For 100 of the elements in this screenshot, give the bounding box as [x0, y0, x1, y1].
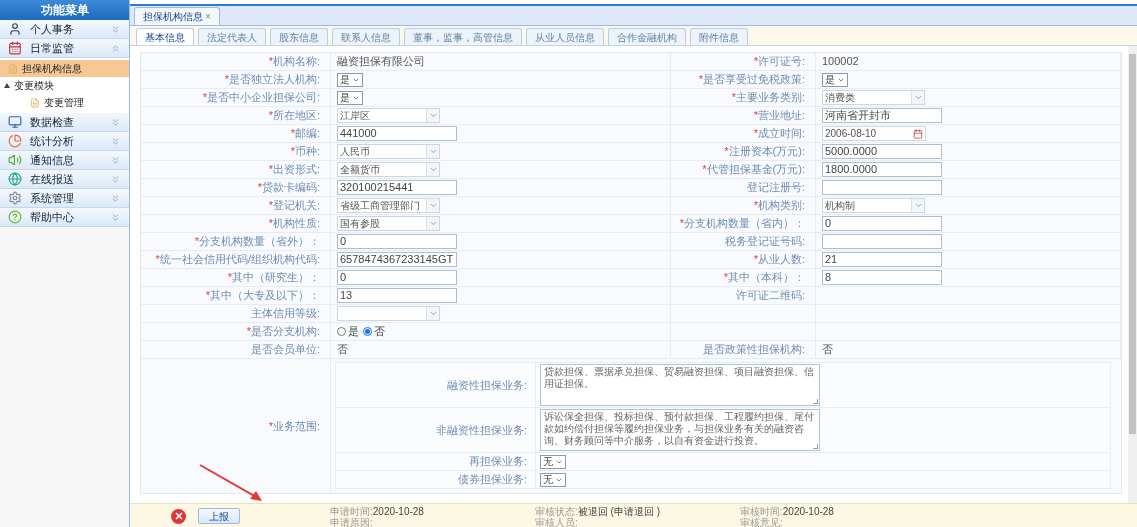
person-icon [8, 22, 22, 36]
select-field[interactable]: 江岸区 [337, 108, 440, 123]
field-label: *是否分支机构: [246, 324, 320, 340]
menu-section[interactable]: 统计分析 [0, 132, 129, 151]
radio-option[interactable]: 否 [363, 323, 385, 340]
input-field[interactable]: 0 [822, 216, 942, 231]
menu-section[interactable]: 数据检查 [0, 113, 129, 132]
select-field[interactable]: 人民币 [337, 144, 440, 159]
field-value: 融资担保有限公司 [337, 54, 425, 70]
input-field[interactable]: 0 [337, 270, 457, 285]
input-field[interactable]: 13 [337, 288, 457, 303]
input-field[interactable] [822, 180, 942, 195]
status-text: 审核人员: [535, 517, 579, 527]
field-label: *分支机构数量（省内）： [679, 216, 805, 232]
expand-icon [110, 211, 121, 223]
field-value: 否 [337, 342, 348, 358]
error-icon [171, 508, 186, 524]
input-field[interactable]: 8 [822, 270, 942, 285]
input-field[interactable]: 21 [822, 252, 942, 267]
field-label: *机构名称: [268, 54, 320, 70]
menu-section[interactable]: 系统管理 [0, 189, 129, 208]
expand-icon [110, 154, 121, 166]
menu-section[interactable]: 个人事务 [0, 20, 129, 39]
text-area[interactable]: 诉讼保全担保、投标担保、预付款担保、工程履约担保、尾付款如约偿付担保等履约担保业务，与担保业务有关的融资咨询、财务顾问等中介服务，以自有资金进行投资。 [540, 409, 820, 451]
field-label: 非融资性担保业务: [435, 422, 527, 438]
radio-option[interactable]: 是 [337, 323, 359, 340]
input-field[interactable]: 河南省开封市 [822, 108, 942, 123]
field-label: *代管担保基金(万元): [702, 162, 805, 178]
dropdown-icon [428, 309, 438, 318]
tab[interactable]: 附件信息 [690, 28, 748, 45]
tab[interactable]: 股东信息 [270, 28, 328, 45]
tree-item[interactable]: 变更管理 [0, 94, 129, 111]
status-text: 审核状态:被退回 (申请退回 ) [535, 506, 661, 517]
menu-section[interactable]: 日常监管 [0, 39, 129, 58]
expand-icon [110, 135, 121, 147]
field-label: *注册资本(万元): [724, 144, 805, 160]
speaker-icon [8, 153, 22, 167]
tab[interactable]: 董事，监事，高管信息 [404, 28, 522, 45]
text-area[interactable]: 贷款担保、票据承兑担保、贸易融资担保、项目融资担保、信用证担保。 [540, 364, 820, 406]
settings-icon [8, 191, 22, 205]
select-field[interactable]: 是 [822, 72, 848, 87]
field-value: 否 [822, 342, 833, 358]
tree-node[interactable]: 变更模块 [0, 77, 129, 94]
field-label: 许可证二维码: [735, 288, 805, 304]
scrollbar[interactable] [1128, 46, 1137, 503]
field-label: *主要业务类别: [731, 90, 805, 106]
field-label: 税务登记证号码: [724, 234, 805, 250]
pie-chart-icon [8, 134, 22, 148]
select-field[interactable]: 是 [337, 90, 363, 105]
status-text: 申请时间:2020-10-28 [330, 506, 425, 517]
field-label: *机构类别: [753, 198, 805, 214]
status-text: 审核时间:2020-10-28 [740, 506, 834, 517]
input-field[interactable]: 320100215441 [337, 180, 457, 195]
menu-section[interactable]: 帮助中心 [0, 208, 129, 227]
input-field[interactable] [822, 234, 942, 249]
field-label: *分支机构数量（省外）： [194, 234, 320, 250]
field-label: *其中（研究生）： [227, 270, 320, 286]
status-text: 申请原因: [330, 517, 374, 527]
date-field[interactable]: 2006-08-10 [822, 126, 926, 141]
select-field[interactable] [337, 306, 440, 321]
globe-icon [8, 172, 22, 186]
collapse-icon [110, 42, 121, 54]
select-field[interactable]: 省级工商管理部门 [337, 198, 440, 213]
field-label: 是否会员单位: [250, 342, 320, 358]
select-field[interactable]: 无 [540, 472, 566, 487]
select-field[interactable]: 是 [337, 72, 363, 87]
page-tab[interactable]: 担保机构信息 × [134, 7, 220, 25]
field-label: *从业人数: [753, 252, 805, 268]
menu-section[interactable]: 在线报送 [0, 170, 129, 189]
expand-icon [110, 23, 121, 35]
close-icon[interactable]: × [205, 9, 211, 24]
select-field[interactable]: 全额货币 [337, 162, 440, 177]
input-field[interactable]: 6578474367233145GT [337, 252, 457, 267]
document-icon [30, 97, 40, 108]
tab[interactable]: 联系人信息 [332, 28, 400, 45]
tree-item[interactable]: 担保机构信息 [0, 60, 129, 77]
input-field[interactable]: 1800.0000 [822, 162, 942, 177]
arrow-annotation [198, 463, 264, 503]
tab[interactable]: 法定代表人 [198, 28, 266, 45]
menu-section[interactable]: 通知信息 [0, 151, 129, 170]
select-field[interactable]: 机构制 [822, 198, 925, 213]
status-text: 审核意见: [740, 517, 784, 527]
field-label: *是否中小企业担保公司: [202, 90, 320, 106]
select-field[interactable]: 国有参股 [337, 216, 440, 231]
select-field[interactable]: 消费类 [822, 90, 925, 105]
input-field[interactable]: 441000 [337, 126, 457, 141]
tab[interactable]: 从业人员信息 [526, 28, 604, 45]
dropdown-icon [913, 93, 923, 102]
field-label: 是否政策性担保机构: [702, 342, 805, 358]
field-label: *营业地址: [753, 108, 805, 124]
tab[interactable]: 基本信息 [136, 28, 194, 45]
field-label: 债券担保业务: [457, 472, 527, 488]
submit-button[interactable]: 上报 [198, 508, 240, 524]
tab[interactable]: 合作金融机构 [608, 28, 686, 45]
input-field[interactable]: 0 [337, 234, 457, 249]
document-icon [8, 63, 18, 74]
expand-icon [110, 173, 121, 185]
calendar-icon [8, 41, 22, 55]
input-field[interactable]: 5000.0000 [822, 144, 942, 159]
select-field[interactable]: 无 [540, 454, 566, 469]
